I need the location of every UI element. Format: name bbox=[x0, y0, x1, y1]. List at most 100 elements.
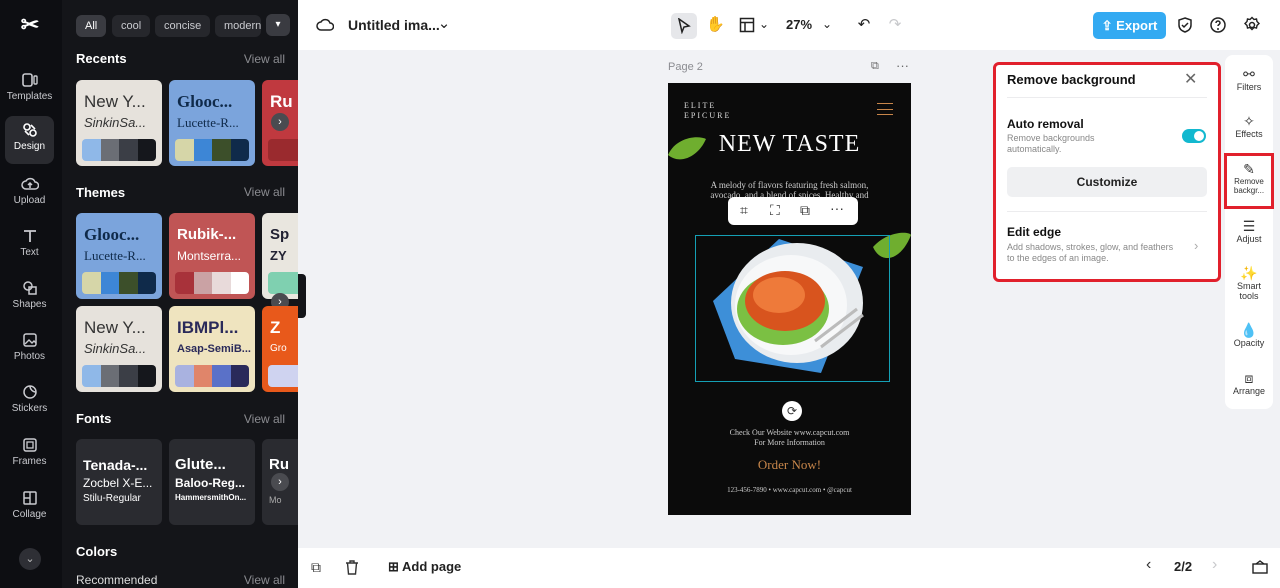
card-font-sub: Gro bbox=[270, 343, 287, 354]
tool-label: Filters bbox=[1236, 82, 1262, 92]
stickers-icon bbox=[22, 385, 37, 399]
chevron-down-icon[interactable]: ⌄ bbox=[19, 548, 41, 570]
tool-adjust[interactable]: ☰ Adjust bbox=[1225, 218, 1273, 244]
view-all-link[interactable]: View all bbox=[244, 52, 285, 66]
rail-text[interactable]: Text bbox=[5, 222, 54, 270]
theme-card[interactable]: Rubik-... Montserra... bbox=[169, 213, 255, 299]
cursor-icon bbox=[677, 18, 691, 34]
customize-button[interactable]: Customize bbox=[1007, 167, 1207, 197]
hand-icon[interactable]: ✋ bbox=[706, 15, 725, 35]
chevron-left-icon[interactable]: ‹ bbox=[1146, 556, 1151, 574]
chip-all[interactable]: All bbox=[76, 15, 107, 37]
view-all-link[interactable]: View all bbox=[244, 412, 285, 426]
add-page-button[interactable]: ⊞ Add page bbox=[388, 559, 461, 575]
view-all-link[interactable]: View all bbox=[244, 185, 285, 199]
chevron-down-icon[interactable]: ⌄ bbox=[758, 14, 770, 34]
zoom-level[interactable]: 27% bbox=[786, 17, 812, 32]
card-font-name: Rubik-... bbox=[177, 226, 237, 243]
chevron-down-icon[interactable]: ⌄ bbox=[436, 14, 452, 34]
poster-footer: 123-456-7890 • www.capcut.com • @capcut bbox=[727, 486, 852, 494]
poster-brand: ELITE EPICURE bbox=[684, 101, 732, 120]
upload-cloud-icon bbox=[20, 177, 39, 190]
recommended-label: Recommended bbox=[76, 573, 158, 587]
chevron-down-icon[interactable]: ⌄ bbox=[820, 14, 834, 34]
chevron-down-icon[interactable]: ▾ bbox=[266, 14, 290, 36]
auto-removal-toggle[interactable] bbox=[1182, 129, 1206, 143]
font-card[interactable]: Tenada-... Zocbel X-E... Stilu-Regular bbox=[76, 439, 162, 525]
capcut-logo-icon[interactable]: ✂ bbox=[17, 14, 43, 36]
capcut-editor: ✂ Templates Design Upload Text Shapes Ph… bbox=[0, 0, 1280, 588]
smart-select-icon[interactable]: ⛶ bbox=[770, 202, 780, 219]
copy-page-icon[interactable]: ⧉ bbox=[311, 559, 321, 576]
undo-icon[interactable]: ↶ bbox=[855, 15, 873, 35]
chip-concise[interactable]: concise bbox=[155, 15, 211, 37]
tool-opacity[interactable]: 💧 Opacity bbox=[1225, 322, 1273, 348]
rail-design[interactable]: Design bbox=[5, 116, 54, 164]
document-title[interactable]: Untitled ima... bbox=[348, 17, 440, 33]
recent-card[interactable]: New Y... SinkinSa... bbox=[76, 80, 162, 166]
templates-icon bbox=[21, 73, 38, 87]
font-card[interactable]: Glute... Baloo-Reg... HammersmithOn... bbox=[169, 439, 255, 525]
theme-card[interactable]: Glooc... Lucette-R... bbox=[76, 213, 162, 299]
opacity-drop-icon: 💧 bbox=[1240, 322, 1258, 338]
font-sub2: Mo bbox=[269, 495, 282, 505]
rail-frames[interactable]: Frames bbox=[5, 431, 54, 479]
tool-smart-tools[interactable]: ✨ Smart tools bbox=[1225, 265, 1273, 301]
chevron-right-icon[interactable]: › bbox=[1194, 238, 1198, 253]
crop-icon[interactable]: ⌗ bbox=[740, 202, 748, 219]
rail-upload[interactable]: Upload bbox=[5, 170, 54, 218]
chevron-right-icon[interactable]: › bbox=[271, 473, 289, 491]
add-page-icon: ⊞ bbox=[388, 559, 403, 574]
pages-panel-icon[interactable] bbox=[1252, 560, 1268, 574]
theme-card[interactable]: New Y... SinkinSa... bbox=[76, 306, 162, 392]
panel-collapse-handle[interactable] bbox=[298, 274, 306, 318]
panel-title: Remove background bbox=[1007, 72, 1136, 87]
edit-edge-title[interactable]: Edit edge bbox=[1007, 225, 1061, 239]
auto-removal-title: Auto removal bbox=[1007, 117, 1084, 131]
rail-collage[interactable]: Collage bbox=[5, 484, 54, 532]
more-options-icon[interactable]: ··· bbox=[830, 200, 844, 216]
trash-icon[interactable] bbox=[345, 560, 359, 575]
help-icon[interactable] bbox=[1209, 16, 1227, 34]
theme-card[interactable]: IBMPl... Asap-SemiB... bbox=[169, 306, 255, 392]
arrange-icon: ⧈ bbox=[1244, 370, 1254, 386]
layout-icon[interactable] bbox=[739, 17, 755, 33]
chip-modern[interactable]: modern bbox=[215, 15, 261, 37]
theme-card[interactable]: Z Gro bbox=[262, 306, 298, 392]
settings-gear-icon[interactable] bbox=[1243, 16, 1261, 34]
rotate-icon[interactable]: ⟳ bbox=[782, 401, 802, 421]
rail-stickers[interactable]: Stickers bbox=[5, 378, 54, 426]
chip-cool[interactable]: cool bbox=[112, 15, 151, 37]
duplicate-page-icon[interactable]: ⧉ bbox=[871, 60, 879, 73]
tool-filters[interactable]: ⚯ Filters bbox=[1225, 66, 1273, 92]
chevron-right-icon[interactable]: › bbox=[1212, 556, 1217, 574]
edit-edge-desc: Add shadows, strokes, glow, and feathers… bbox=[1007, 242, 1174, 263]
poster-page[interactable]: ELITE EPICURE NEW TASTE A melody of flav… bbox=[668, 83, 911, 515]
theme-card[interactable]: Sp ZY bbox=[262, 213, 298, 299]
chevron-right-icon[interactable]: › bbox=[271, 113, 289, 131]
section-title-colors: Colors bbox=[76, 544, 118, 559]
shield-icon[interactable] bbox=[1176, 16, 1194, 34]
rail-shapes[interactable]: Shapes bbox=[5, 274, 54, 322]
rail-templates[interactable]: Templates bbox=[5, 66, 54, 114]
rail-photos[interactable]: Photos bbox=[5, 326, 54, 374]
duplicate-icon[interactable]: ⧉ bbox=[800, 202, 810, 219]
cloud-icon[interactable] bbox=[316, 17, 334, 33]
export-button[interactable]: ⇪ Export bbox=[1093, 12, 1166, 39]
poster-website: Check Our Website www.capcut.com For Mor… bbox=[729, 428, 850, 447]
tool-arrange[interactable]: ⧈ Arrange bbox=[1225, 370, 1273, 396]
card-font-name: Glooc... bbox=[84, 225, 140, 244]
card-font-name: Glooc... bbox=[177, 92, 233, 111]
more-options-icon[interactable]: ··· bbox=[896, 58, 909, 73]
export-label: Export bbox=[1116, 18, 1158, 33]
select-tool-button[interactable] bbox=[671, 13, 697, 39]
tool-effects[interactable]: ✧ Effects bbox=[1225, 113, 1273, 139]
view-all-link[interactable]: View all bbox=[244, 573, 285, 587]
design-panel: All cool concise modern ▾ Recents View a… bbox=[62, 0, 298, 588]
card-font-name: Ru bbox=[270, 92, 293, 111]
card-font-sub: Asap-SemiB... bbox=[177, 343, 251, 355]
redo-icon[interactable]: ↷ bbox=[886, 15, 904, 35]
card-font-sub: ZY bbox=[270, 248, 287, 263]
recent-card[interactable]: Glooc... Lucette-R... bbox=[169, 80, 255, 166]
close-icon[interactable]: ✕ bbox=[1184, 69, 1197, 89]
